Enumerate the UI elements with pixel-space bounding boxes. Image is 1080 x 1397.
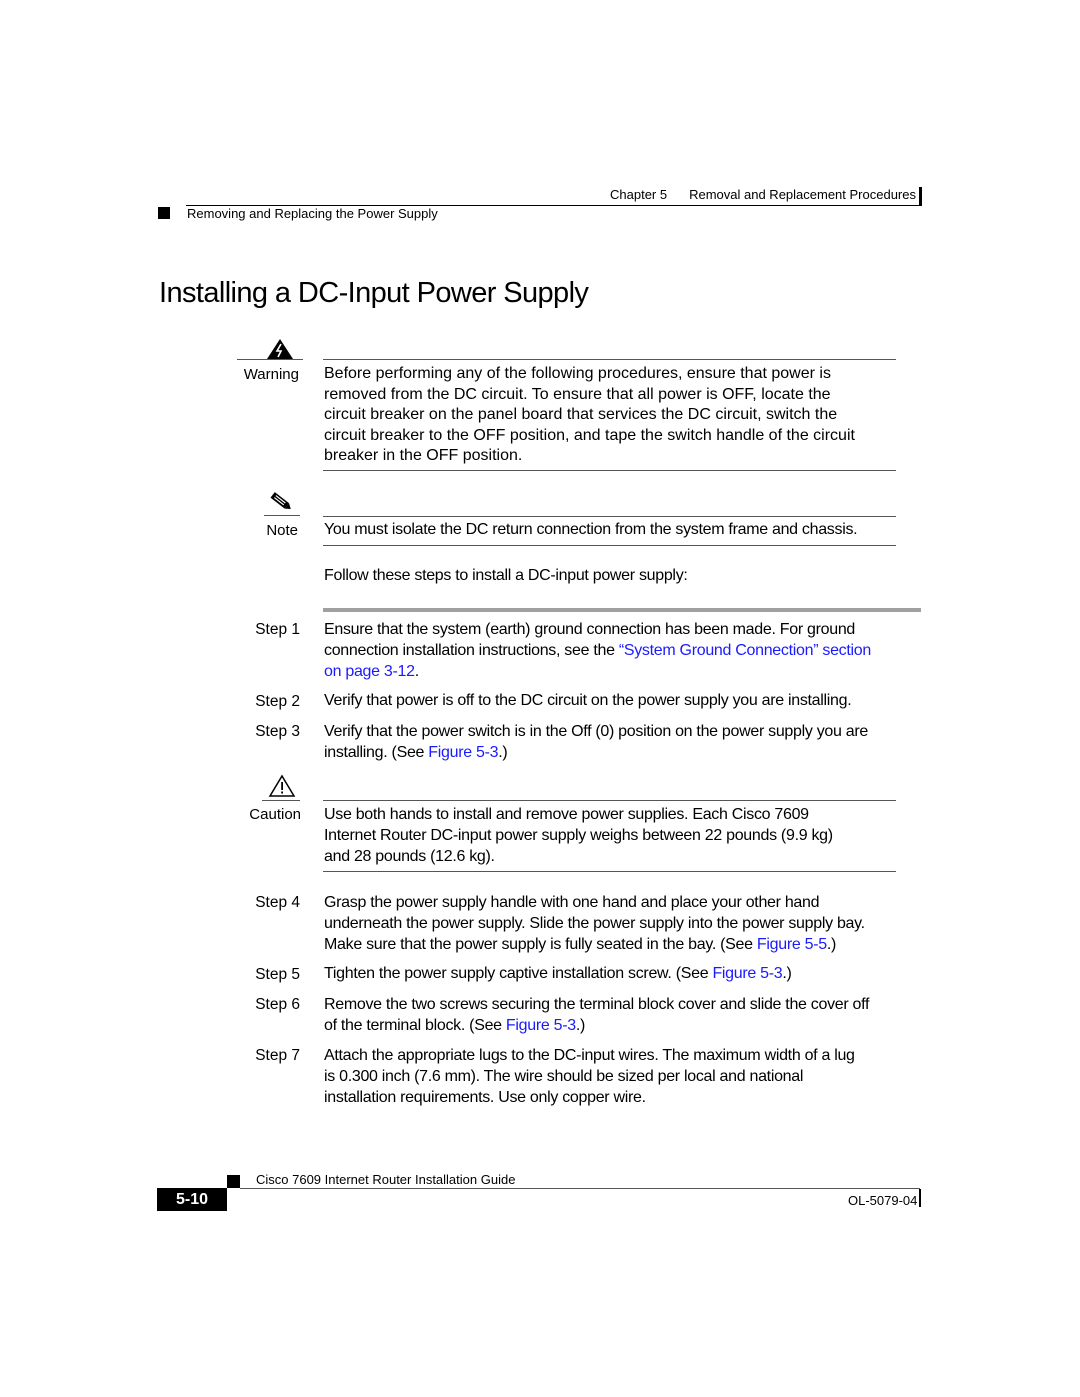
page-title: Installing a DC-Input Power Supply bbox=[159, 277, 589, 309]
step-label: Step 6 bbox=[255, 996, 300, 1013]
note-text: You must isolate the DC return connectio… bbox=[324, 521, 858, 538]
note-icon-rule bbox=[264, 515, 300, 516]
step-2-text: Verify that power is off to the DC circu… bbox=[324, 692, 852, 709]
step-6-text: Remove the two screws securing the termi… bbox=[324, 994, 944, 1036]
note-label: Note bbox=[266, 522, 298, 539]
page-3-12-link[interactable]: on page 3-12 bbox=[324, 663, 415, 680]
step-5-text: Tighten the power supply captive install… bbox=[324, 964, 944, 985]
chapter-title: Removal and Replacement Procedures bbox=[689, 187, 916, 202]
figure-5-3-link[interactable]: Figure 5-3 bbox=[712, 965, 782, 982]
running-header-chapter: Chapter 5 Removal and Replacement Procedu… bbox=[610, 187, 916, 202]
step-line: is 0.300 inch (7.6 mm). The wire should … bbox=[324, 1068, 804, 1085]
step-line: Ensure that the system (earth) ground co… bbox=[324, 621, 856, 638]
warning-bottom-rule bbox=[323, 470, 896, 471]
note-top-rule bbox=[323, 516, 896, 517]
caution-line: and 28 pounds (12.6 kg). bbox=[324, 848, 495, 865]
step-line: connection installation instructions, se… bbox=[324, 640, 934, 661]
caution-line: Use both hands to install and remove pow… bbox=[324, 806, 809, 823]
caution-bottom-rule bbox=[323, 871, 896, 872]
figure-5-5-link[interactable]: Figure 5-5 bbox=[757, 936, 827, 953]
section-marker bbox=[158, 207, 170, 219]
step-line: installing. (See Figure 5-3.) bbox=[324, 742, 944, 763]
step-text: .) bbox=[782, 965, 792, 982]
footer-guide-title: Cisco 7609 Internet Router Installation … bbox=[256, 1172, 516, 1187]
caution-top-rule bbox=[323, 800, 896, 801]
warning-text: Before performing any of the following p… bbox=[324, 364, 924, 467]
step-label: Step 4 bbox=[255, 894, 300, 911]
figure-5-3-link[interactable]: Figure 5-3 bbox=[506, 1017, 576, 1034]
footer-rule bbox=[240, 1188, 920, 1189]
step-text: .) bbox=[826, 936, 837, 953]
warning-icon-rule bbox=[237, 359, 303, 360]
step-label: Step 7 bbox=[255, 1047, 300, 1064]
page-number: 5-10 bbox=[157, 1188, 227, 1211]
procedure-intro: Follow these steps to install a DC-input… bbox=[324, 567, 688, 584]
step-text: Make sure that the power supply is fully… bbox=[324, 936, 757, 953]
procedure-rule bbox=[323, 608, 921, 612]
running-header-section: Removing and Replacing the Power Supply bbox=[187, 206, 438, 221]
step-line: Grasp the power supply handle with one h… bbox=[324, 894, 820, 911]
step-label: Step 2 bbox=[255, 693, 300, 710]
step-text: . bbox=[414, 663, 419, 680]
step-line: on page 3-12. bbox=[324, 661, 934, 682]
step-text: .) bbox=[575, 1017, 586, 1034]
warning-line: Before performing any of the following p… bbox=[324, 365, 831, 382]
step-label: Step 5 bbox=[255, 966, 300, 983]
warning-label: Warning bbox=[243, 366, 299, 383]
footer-marker bbox=[227, 1175, 240, 1188]
caution-line: Internet Router DC-input power supply we… bbox=[324, 827, 833, 844]
warning-top-rule bbox=[323, 359, 896, 360]
system-ground-connection-link[interactable]: “System Ground Connection” section bbox=[619, 642, 871, 659]
figure-5-3-link[interactable]: Figure 5-3 bbox=[428, 744, 498, 761]
step-line: Attach the appropriate lugs to the DC-in… bbox=[324, 1047, 855, 1064]
step-line: Make sure that the power supply is fully… bbox=[324, 934, 944, 955]
warning-electric-icon bbox=[265, 338, 295, 360]
step-line: underneath the power supply. Slide the p… bbox=[324, 915, 865, 932]
document-number: OL-5079-04 bbox=[848, 1193, 918, 1208]
step-line: installation requirements. Use only copp… bbox=[324, 1089, 646, 1106]
warning-line: circuit breaker on the panel board that … bbox=[324, 406, 838, 423]
warning-line: circuit breaker to the OFF position, and… bbox=[324, 426, 855, 444]
step-line: Verify that the power switch is in the O… bbox=[324, 723, 868, 740]
change-bar bbox=[919, 187, 922, 206]
note-bottom-rule bbox=[323, 545, 896, 546]
caution-text: Use both hands to install and remove pow… bbox=[324, 804, 924, 867]
step-line: of the terminal block. (See Figure 5-3.) bbox=[324, 1015, 944, 1036]
step-3-text: Verify that the power switch is in the O… bbox=[324, 721, 944, 763]
step-label: Step 3 bbox=[255, 723, 300, 740]
caution-triangle-icon bbox=[268, 774, 296, 798]
warning-line: removed from the DC circuit. To ensure t… bbox=[324, 385, 831, 403]
step-4-text: Grasp the power supply handle with one h… bbox=[324, 892, 944, 955]
chapter-number: Chapter 5 bbox=[610, 187, 668, 202]
step-text: connection installation instructions, se… bbox=[324, 642, 619, 659]
change-bar bbox=[919, 1189, 921, 1207]
step-text: of the terminal block. (See bbox=[324, 1017, 506, 1034]
caution-label: Caution bbox=[249, 806, 301, 823]
pencil-note-icon bbox=[268, 491, 294, 513]
step-7-text: Attach the appropriate lugs to the DC-in… bbox=[324, 1045, 944, 1108]
step-text: .) bbox=[498, 744, 508, 761]
step-label: Step 1 bbox=[255, 621, 300, 638]
warning-line: breaker in the OFF position. bbox=[324, 447, 523, 464]
step-1-text: Ensure that the system (earth) ground co… bbox=[324, 619, 934, 682]
step-line: Remove the two screws securing the termi… bbox=[324, 996, 870, 1013]
step-text: installing. (See bbox=[324, 744, 429, 761]
caution-icon-rule bbox=[262, 800, 300, 801]
step-text: Tighten the power supply captive install… bbox=[324, 965, 713, 982]
